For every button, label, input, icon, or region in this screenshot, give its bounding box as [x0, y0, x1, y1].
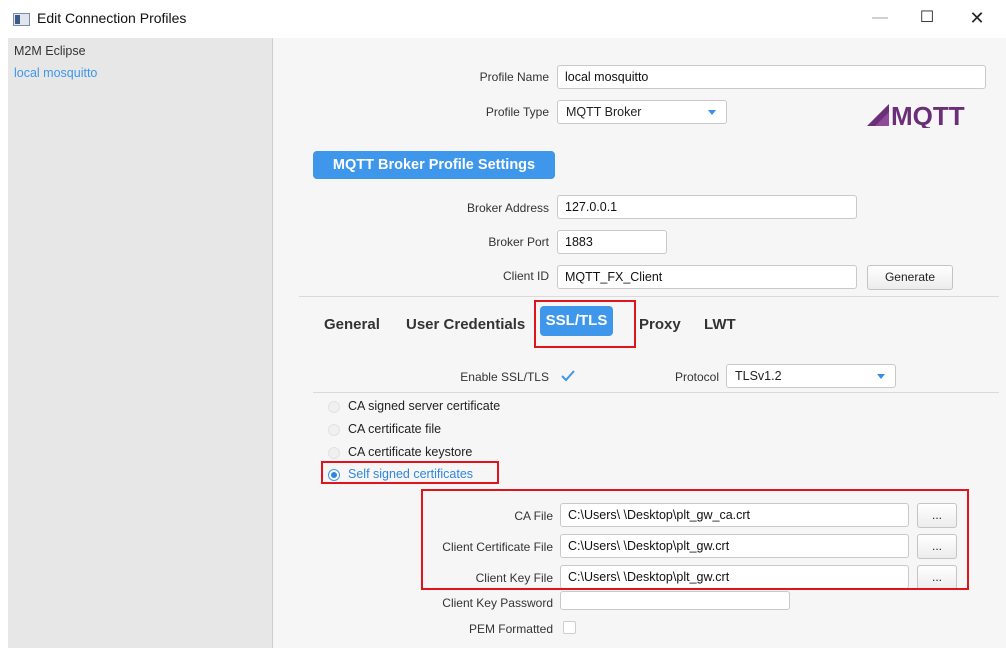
client-id-label: Client ID: [502, 269, 549, 283]
highlight-box: [321, 461, 499, 484]
protocol-label: Protocol: [674, 370, 719, 384]
enable-ssl-label: Enable SSL/TLS: [460, 370, 549, 384]
tab-lwt[interactable]: LWT: [704, 316, 736, 333]
highlight-box: [421, 489, 969, 590]
radio-ca-keystore[interactable]: [328, 447, 340, 459]
protocol-value: TLSv1.2: [735, 369, 782, 383]
title-bar: Edit Connection Profiles — ☐ ✕: [0, 0, 1006, 38]
window-title: Edit Connection Profiles: [37, 10, 187, 26]
radio-ca-file-label: CA certificate file: [348, 422, 442, 436]
profile-list: M2M Eclipse local mosquitto: [8, 38, 273, 648]
close-icon[interactable]: ✕: [954, 2, 1000, 34]
profile-name-input[interactable]: local mosquitto: [557, 65, 986, 89]
minimize-icon[interactable]: —: [857, 2, 903, 34]
tab-general[interactable]: General: [324, 316, 380, 333]
broker-settings-header: MQTT Broker Profile Settings: [313, 151, 555, 179]
app-icon: [13, 13, 30, 26]
highlight-box: [534, 300, 636, 348]
broker-address-label: Broker Address: [466, 201, 549, 215]
broker-port-label: Broker Port: [488, 235, 549, 249]
checkmark-icon[interactable]: [560, 369, 576, 383]
profile-list-item[interactable]: M2M Eclipse: [14, 44, 86, 58]
profile-settings-panel: Profile Name local mosquitto Profile Typ…: [273, 38, 1006, 648]
pem-formatted-label: PEM Formatted: [468, 622, 553, 636]
tab-proxy[interactable]: Proxy: [639, 316, 681, 333]
profile-name-label: Profile Name: [479, 70, 549, 84]
profile-type-label: Profile Type: [485, 105, 549, 119]
mqtt-logo-text: MQTT: [891, 102, 965, 128]
chevron-down-icon: [877, 374, 885, 379]
protocol-select[interactable]: TLSv1.2: [726, 364, 896, 388]
divider: [313, 392, 999, 393]
broker-address-input[interactable]: 127.0.0.1: [557, 195, 857, 219]
radio-ca-keystore-label: CA certificate keystore: [348, 445, 473, 459]
divider: [299, 296, 999, 297]
mqtt-logo: MQTT: [867, 102, 965, 128]
client-key-password-input[interactable]: [560, 591, 790, 610]
radio-ca-signed-label: CA signed server certificate: [348, 399, 501, 413]
profile-list-item-selected[interactable]: local mosquitto: [14, 66, 97, 80]
client-id-input[interactable]: MQTT_FX_Client: [557, 265, 857, 289]
profile-type-value: MQTT Broker: [566, 105, 642, 119]
broker-port-input[interactable]: 1883: [557, 230, 667, 254]
chevron-down-icon: [708, 110, 716, 115]
radio-ca-signed[interactable]: [328, 401, 340, 413]
client-key-password-label: Client Key Password: [442, 596, 553, 610]
tab-user-credentials[interactable]: User Credentials: [406, 316, 525, 333]
pem-formatted-checkbox[interactable]: [563, 621, 576, 634]
generate-button[interactable]: Generate: [867, 265, 953, 290]
profile-type-select[interactable]: MQTT Broker: [557, 100, 727, 124]
maximize-icon[interactable]: ☐: [904, 2, 950, 34]
radio-ca-file[interactable]: [328, 424, 340, 436]
